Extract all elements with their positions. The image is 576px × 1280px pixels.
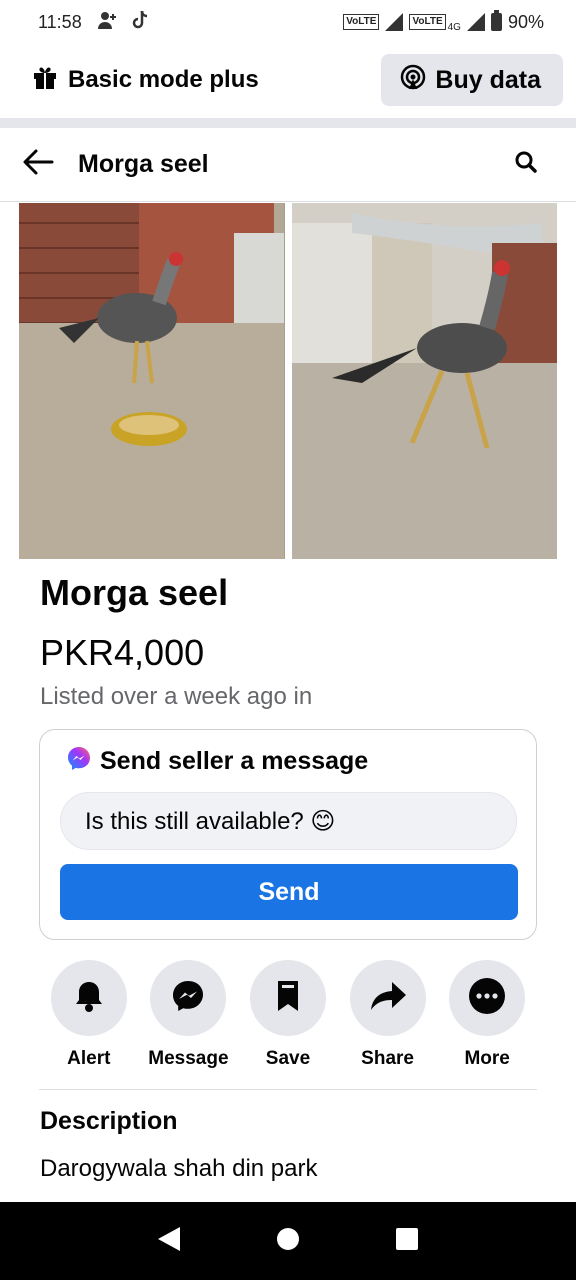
alert-action-circle[interactable] — [50, 960, 127, 1036]
save-action[interactable]: Save — [238, 960, 338, 1070]
more-action-circle[interactable] — [449, 960, 526, 1036]
share-action-circle[interactable] — [349, 960, 426, 1036]
search-icon[interactable] — [514, 150, 538, 179]
message-label: Message — [148, 1048, 229, 1069]
status-right: VoLTE VoLTE 4G 90% — [343, 10, 544, 33]
messenger-icon — [170, 978, 206, 1019]
action-row: Alert Message Save Share More — [39, 960, 537, 1070]
home-nav-icon[interactable] — [275, 1226, 301, 1257]
wireless-icon — [399, 63, 427, 98]
basic-mode-label[interactable]: Basic mode plus — [32, 64, 259, 97]
description-heading: Description — [40, 1107, 178, 1135]
bookmark-icon — [273, 978, 303, 1019]
share-label: Share — [361, 1048, 414, 1069]
mode-bar: Basic mode plus Buy data — [0, 48, 576, 112]
mode-label-text: Basic mode plus — [68, 66, 259, 93]
listing-photo-2[interactable] — [291, 203, 557, 559]
message-input[interactable]: Is this still available? 😊 — [60, 792, 517, 850]
status-left: 11:58 — [38, 10, 150, 35]
more-label: More — [464, 1048, 510, 1069]
back-nav-icon[interactable] — [156, 1225, 182, 1258]
rooster-photo-1 — [19, 203, 284, 559]
listing-time: Listed over a week ago in — [40, 683, 313, 710]
rooster-photo-2 — [291, 203, 557, 559]
share-action[interactable]: Share — [338, 960, 438, 1070]
listing-title: Morga seel — [40, 572, 229, 613]
listing-price: PKR4,000 — [40, 632, 205, 673]
signal-icon-2 — [466, 13, 485, 31]
message-heading-text: Send seller a message — [100, 747, 369, 775]
alert-label: Alert — [67, 1048, 111, 1069]
volte-badge-2: VoLTE — [409, 14, 446, 30]
volte-badge-1: VoLTE — [343, 14, 380, 30]
status-bar: 11:58 VoLTE VoLTE 4G 90% — [0, 0, 576, 44]
share-icon — [368, 978, 408, 1019]
system-nav-bar — [0, 1202, 576, 1280]
buy-data-label: Buy data — [435, 65, 541, 94]
message-action-circle[interactable] — [150, 960, 227, 1036]
messenger-icon — [66, 745, 92, 778]
section-divider — [0, 118, 576, 128]
back-arrow-icon[interactable] — [22, 148, 54, 181]
network-type: 4G — [447, 21, 461, 33]
message-card-heading: Send seller a message — [66, 745, 368, 778]
signal-icon-1 — [385, 13, 404, 31]
content-divider — [39, 1089, 537, 1090]
recents-nav-icon[interactable] — [394, 1226, 420, 1257]
battery-icon — [490, 10, 502, 31]
more-action[interactable]: More — [437, 960, 537, 1070]
save-label: Save — [265, 1048, 311, 1069]
person-add-icon — [96, 10, 118, 35]
message-action[interactable]: Message — [139, 960, 239, 1070]
bell-icon — [71, 978, 107, 1019]
description-text: Darogywala shah din park — [40, 1155, 318, 1182]
battery-percent: 90% — [507, 11, 544, 32]
send-button[interactable]: Send — [60, 864, 518, 920]
listing-photo-1[interactable] — [19, 203, 285, 559]
page-title: Morga seel — [78, 150, 209, 178]
tiktok-icon — [132, 10, 150, 35]
more-icon — [468, 977, 506, 1020]
status-time: 11:58 — [38, 11, 82, 32]
alert-action[interactable]: Alert — [39, 960, 139, 1070]
gift-icon — [32, 64, 58, 97]
message-seller-card: Send seller a message Is this still avai… — [39, 729, 537, 940]
save-action-circle[interactable] — [249, 960, 326, 1036]
buy-data-button[interactable]: Buy data — [381, 54, 563, 106]
listing-photos — [19, 203, 557, 559]
page-header: Morga seel — [0, 128, 576, 202]
